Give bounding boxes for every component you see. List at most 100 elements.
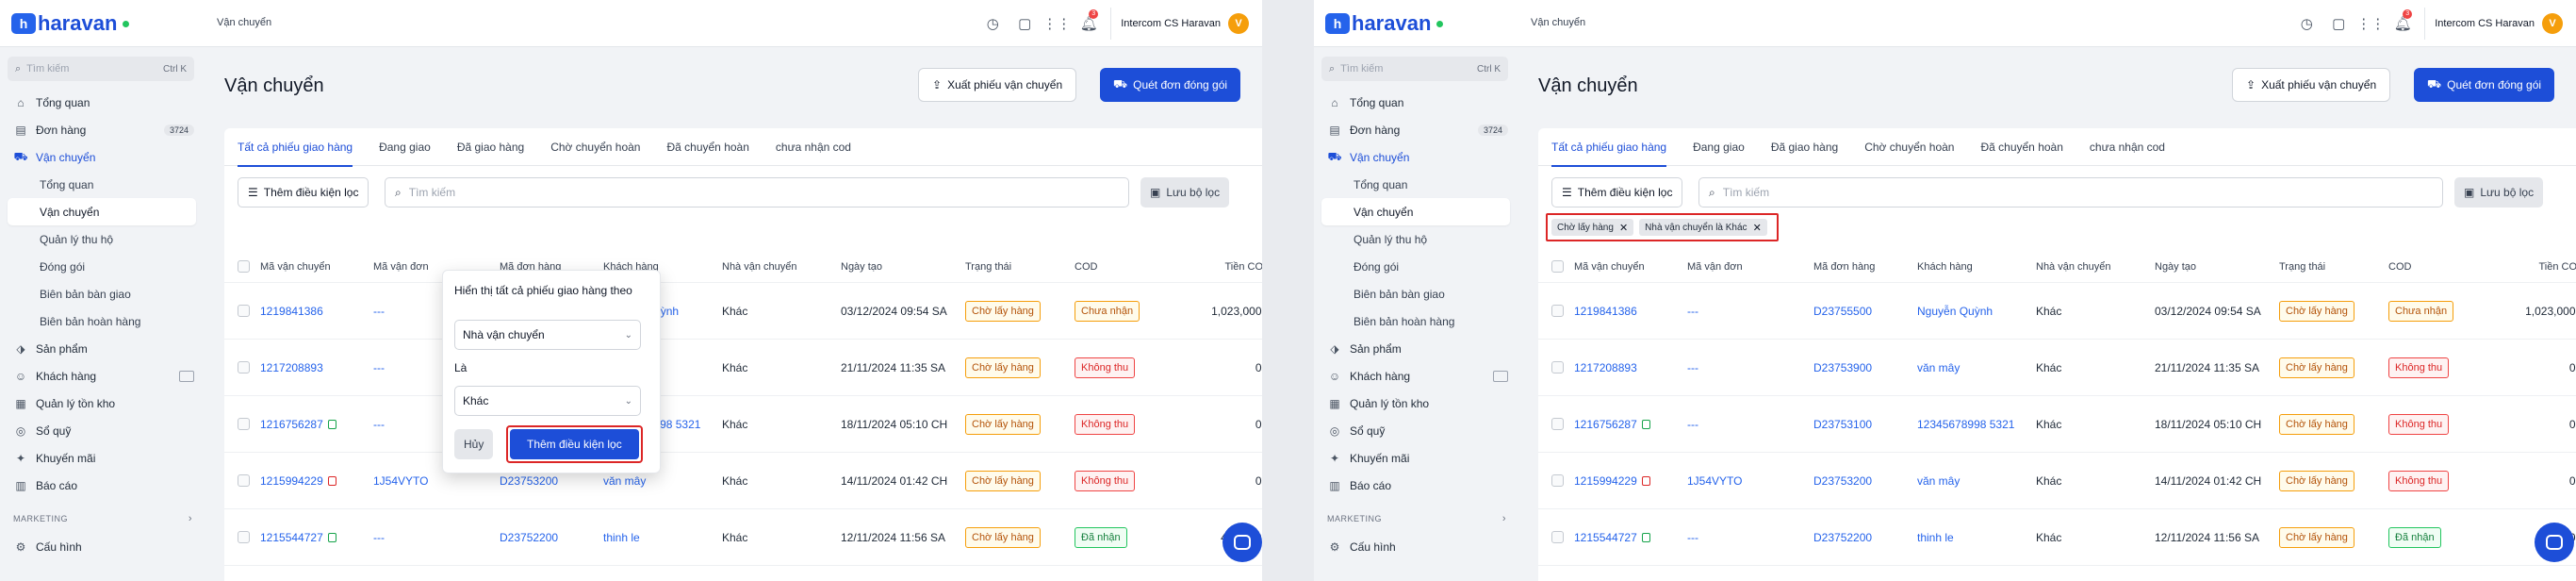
sidebar-item-settings[interactable]: ⚙ Cấu hình xyxy=(1314,533,1518,560)
table-row[interactable]: 1215994229 1J54VYTO D23753200 văn mây Kh… xyxy=(1538,453,2576,509)
sidebar-item-reports[interactable]: ▥ Báo cáo xyxy=(0,472,204,499)
sidebar-sub-shipping[interactable]: Vận chuyển xyxy=(8,198,196,225)
shipment-search-input[interactable]: ⌕ Tìm kiếm xyxy=(385,177,1129,208)
bell-icon[interactable]: 🔔︎ 3 xyxy=(1073,0,1105,47)
order-code-link[interactable]: D23755500 xyxy=(1813,305,1872,318)
shipment-code-link[interactable]: 1216756287 xyxy=(1574,418,1637,431)
col-header[interactable]: Nhà vận chuyển xyxy=(722,259,841,274)
table-row[interactable]: 1217208893 --- D23753900 văn mây Khác 21… xyxy=(1538,340,2576,396)
shipment-code-link[interactable]: 1217208893 xyxy=(260,361,323,374)
table-row[interactable]: 1217208893 --- D23753900 văn mây Khác 21… xyxy=(224,340,1262,396)
export-shipments-button[interactable]: ⇪ Xuất phiếu vận chuyển xyxy=(2232,68,2391,102)
row-checkbox[interactable] xyxy=(238,474,250,487)
col-header[interactable]: Ngày tạo xyxy=(2155,259,2279,274)
waybill-code[interactable]: --- xyxy=(1687,418,1698,431)
tab-all[interactable]: Tất cả phiếu giao hàng xyxy=(238,128,353,167)
waybill-code[interactable]: --- xyxy=(373,531,385,544)
sidebar-sub-return[interactable]: Biên bản hoàn hàng xyxy=(0,307,204,335)
close-icon[interactable]: ✕ xyxy=(1619,222,1628,234)
customer-link[interactable]: thinh le xyxy=(603,531,640,544)
chat-launcher-button[interactable] xyxy=(2535,523,2574,562)
col-header[interactable]: COD xyxy=(1075,259,1174,274)
filter-field-select[interactable]: Nhà vận chuyển ⌄ xyxy=(454,320,641,350)
account-menu[interactable]: Intercom CS Haravan V xyxy=(2424,8,2576,40)
sidebar-item-promotions[interactable]: ✦ Khuyến mãi xyxy=(1314,444,1518,472)
haravan-logo[interactable]: h haravan xyxy=(1325,11,1444,36)
history-icon[interactable]: ◷ xyxy=(976,0,1009,47)
sidebar-item-promotions[interactable]: ✦ Khuyến mãi xyxy=(0,444,204,472)
shipment-code-link[interactable]: 1215544727 xyxy=(260,531,323,544)
shipment-search-input[interactable]: ⌕ Tìm kiếm xyxy=(1698,177,2443,208)
chat-icon[interactable]: ▢ xyxy=(1009,0,1041,47)
customer-link[interactable]: văn mây xyxy=(1917,474,1960,488)
close-icon[interactable]: ✕ xyxy=(1753,222,1762,234)
order-code-link[interactable]: D23753100 xyxy=(1813,418,1872,431)
row-checkbox[interactable] xyxy=(1551,418,1564,430)
sidebar-sub-packing[interactable]: Đóng gói xyxy=(0,253,204,280)
row-checkbox[interactable] xyxy=(1551,305,1564,317)
table-row[interactable]: 1216756287 --- D23753100 12345678998 532… xyxy=(224,396,1262,453)
haravan-logo[interactable]: h haravan xyxy=(11,11,130,36)
account-menu[interactable]: Intercom CS Haravan V xyxy=(1110,8,1262,40)
col-header[interactable]: Mã vận đơn xyxy=(1687,259,1813,274)
waybill-code[interactable]: --- xyxy=(1687,361,1698,374)
tab-pending-return[interactable]: Chờ chuyển hoàn xyxy=(1864,128,1954,166)
sidebar-item-orders[interactable]: ▤ Đơn hàng 3724 xyxy=(0,116,204,143)
shipment-code-link[interactable]: 1219841386 xyxy=(1574,305,1637,318)
save-filter-button[interactable]: ▣ Lưu bộ lọc xyxy=(1140,177,1230,208)
add-filter-button[interactable]: ☰ Thêm điều kiện lọc xyxy=(1551,177,1683,208)
col-header[interactable]: Trạng thái xyxy=(965,259,1075,274)
bell-icon[interactable]: 🔔︎ 3 xyxy=(2387,0,2419,47)
sidebar-sub-cod[interactable]: Quản lý thu hộ xyxy=(0,225,204,253)
marketing-section[interactable]: MARKETING › xyxy=(1314,505,1518,533)
waybill-code[interactable]: --- xyxy=(373,361,385,374)
shipment-code-link[interactable]: 1215544727 xyxy=(1574,531,1637,544)
sidebar-item-shipping[interactable]: ⛟ Vận chuyển xyxy=(1314,143,1518,171)
sidebar-sub-packing[interactable]: Đóng gói xyxy=(1314,253,1518,280)
customer-link[interactable]: thinh le xyxy=(1917,531,1954,544)
tab-all[interactable]: Tất cả phiếu giao hàng xyxy=(1551,128,1667,167)
customer-link[interactable]: 12345678998 5321 xyxy=(1917,418,2014,431)
tab-cod-not-received[interactable]: chưa nhận cod xyxy=(776,128,851,166)
sidebar-item-orders[interactable]: ▤ Đơn hàng 3724 xyxy=(1314,116,1518,143)
sidebar-search[interactable]: ⌕ Tìm kiếm Ctrl K xyxy=(8,57,194,81)
tab-delivering[interactable]: Đang giao xyxy=(379,128,431,166)
tab-cod-not-received[interactable]: chưa nhận cod xyxy=(2090,128,2165,166)
customer-link[interactable]: Nguyễn Quỳnh xyxy=(1917,305,1993,318)
sidebar-item-products[interactable]: ⬗ Sản phẩm xyxy=(1314,335,1518,362)
scan-packing-button[interactable]: ⛟ Quét đơn đóng gói xyxy=(1100,68,1241,102)
chat-launcher-button[interactable] xyxy=(1222,523,1262,562)
col-header[interactable]: COD xyxy=(2388,259,2488,274)
sidebar-item-overview[interactable]: ⌂ Tổng quan xyxy=(0,89,204,116)
table-row[interactable]: 1216756287 --- D23753100 12345678998 532… xyxy=(1538,396,2576,453)
waybill-code[interactable]: 1J54VYTO xyxy=(373,474,428,488)
order-code-link[interactable]: D23752200 xyxy=(500,531,558,544)
row-checkbox[interactable] xyxy=(1551,361,1564,374)
order-code-link[interactable]: D23753900 xyxy=(1813,361,1872,374)
export-shipments-button[interactable]: ⇪ Xuất phiếu vận chuyển xyxy=(918,68,1077,102)
waybill-code[interactable]: --- xyxy=(373,418,385,431)
sidebar-search[interactable]: ⌕ Tìm kiếm Ctrl K xyxy=(1321,57,1508,81)
cancel-button[interactable]: Hủy xyxy=(454,429,494,459)
filter-chip[interactable]: Chờ lấy hàng ✕ xyxy=(1551,219,1634,236)
save-filter-button[interactable]: ▣ Lưu bộ lọc xyxy=(2454,177,2544,208)
apply-filter-button[interactable]: Thêm điều kiện lọc xyxy=(506,425,643,463)
col-header[interactable]: Tiền COD xyxy=(1174,259,1263,274)
tab-delivering[interactable]: Đang giao xyxy=(1693,128,1745,166)
waybill-code[interactable]: --- xyxy=(1687,531,1698,544)
row-checkbox[interactable] xyxy=(238,361,250,374)
row-checkbox[interactable] xyxy=(1551,531,1564,543)
customer-link[interactable]: văn mây xyxy=(603,474,646,488)
tab-returned[interactable]: Đã chuyển hoàn xyxy=(666,128,748,166)
col-header[interactable]: Nhà vận chuyển xyxy=(2036,259,2155,274)
row-checkbox[interactable] xyxy=(1551,474,1564,487)
scan-packing-button[interactable]: ⛟ Quét đơn đóng gói xyxy=(2414,68,2555,102)
chat-icon[interactable]: ▢ xyxy=(2322,0,2354,47)
sidebar-sub-handover[interactable]: Biên bản bàn giao xyxy=(1314,280,1518,307)
sidebar-item-settings[interactable]: ⚙ Cấu hình xyxy=(0,533,204,560)
col-header[interactable]: Mã đơn hàng xyxy=(1813,259,1917,274)
sidebar-sub-overview[interactable]: Tổng quan xyxy=(1314,171,1518,198)
apps-grid-icon[interactable]: ⋮⋮ xyxy=(2354,0,2387,47)
tab-pending-return[interactable]: Chờ chuyển hoàn xyxy=(550,128,640,166)
sidebar-item-inventory[interactable]: ▦ Quản lý tồn kho xyxy=(0,390,204,417)
